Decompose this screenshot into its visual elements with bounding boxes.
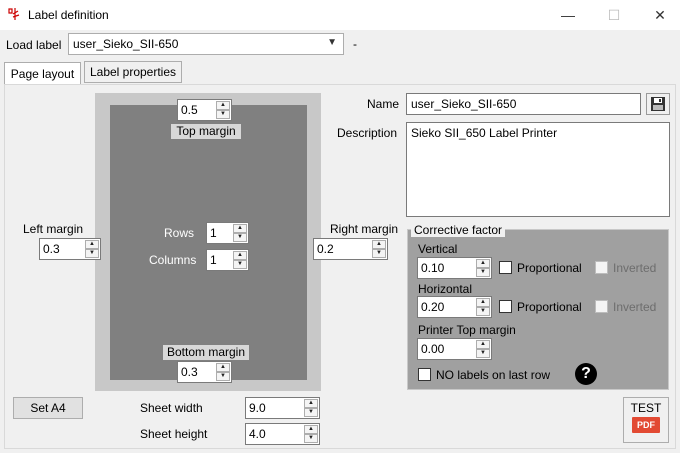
horizontal-value: 0.20 (421, 300, 445, 314)
spin-down-icon[interactable]: ▼ (216, 110, 230, 119)
printer-top-margin-spinner[interactable]: 0.00 ▲ ▼ (417, 338, 492, 360)
floppy-save-icon (651, 97, 665, 111)
tab-page-layout[interactable]: Page layout (4, 62, 81, 85)
top-margin-label: Top margin (171, 124, 241, 139)
spin-up-icon[interactable]: ▲ (372, 240, 386, 249)
left-margin-spinner[interactable]: 0.3 ▲ ▼ (39, 238, 101, 260)
spin-up-icon[interactable]: ▲ (304, 399, 318, 408)
spin-down-icon[interactable]: ▼ (372, 249, 386, 258)
no-labels-last-row-label: NO labels on last row (436, 368, 551, 382)
description-value: Sieko SII_650 Label Printer (411, 126, 558, 140)
spin-up-icon[interactable]: ▲ (216, 363, 230, 372)
spin-up-icon[interactable]: ▲ (233, 251, 247, 260)
help-icon[interactable]: ? (575, 363, 597, 385)
spin-down-icon[interactable]: ▼ (233, 260, 247, 269)
vertical-inverted-checkbox[interactable] (595, 261, 608, 274)
name-label: Name (367, 97, 400, 111)
chevron-down-icon: ▼ (327, 37, 337, 48)
rows-spinner[interactable]: 1 ▲ ▼ (206, 222, 249, 244)
spin-down-icon[interactable]: ▼ (85, 249, 99, 258)
app-icon (8, 8, 20, 20)
bottom-margin-spinner[interactable]: 0.3 ▲ ▼ (177, 361, 232, 383)
sheet-width-value: 9.0 (249, 401, 266, 415)
spin-up-icon[interactable]: ▲ (85, 240, 99, 249)
sheet-width-label: Sheet width (140, 401, 203, 415)
sheet-height-spinner[interactable]: 4.0 ▲ ▼ (245, 423, 320, 445)
printer-top-margin-label: Printer Top margin (418, 323, 516, 337)
columns-value: 1 (210, 253, 217, 267)
spin-up-icon[interactable]: ▲ (216, 101, 230, 110)
rows-value: 1 (210, 226, 217, 240)
load-label-selected: user_Sieko_SII-650 (73, 37, 179, 51)
minimize-button[interactable]: — (545, 0, 591, 30)
name-field[interactable]: user_Sieko_SII-650 (406, 93, 641, 115)
vertical-spinner[interactable]: 0.10 ▲ ▼ (417, 257, 492, 279)
spin-up-icon[interactable]: ▲ (476, 259, 490, 268)
sheet-height-label: Sheet height (140, 427, 208, 441)
spin-down-icon[interactable]: ▼ (476, 349, 490, 358)
description-field[interactable]: Sieko SII_650 Label Printer (406, 122, 670, 217)
horizontal-proportional-checkbox[interactable] (499, 300, 512, 313)
corrective-factor-title: Corrective factor (411, 223, 506, 237)
right-margin-value: 0.2 (317, 242, 334, 256)
spin-down-icon[interactable]: ▼ (304, 408, 318, 417)
spin-up-icon[interactable]: ▲ (233, 224, 247, 233)
horizontal-inverted-label: Inverted (613, 300, 657, 314)
load-label-caption: Load label (6, 38, 62, 52)
save-button[interactable] (646, 93, 670, 115)
spin-down-icon[interactable]: ▼ (233, 233, 247, 242)
horizontal-label: Horizontal (418, 282, 473, 296)
vertical-proportional-label: Proportional (517, 261, 582, 275)
load-dash: - (353, 37, 357, 51)
sheet-height-value: 4.0 (249, 427, 266, 441)
tab-label-properties[interactable]: Label properties (84, 61, 182, 83)
name-value: user_Sieko_SII-650 (411, 97, 517, 111)
spin-up-icon[interactable]: ▲ (476, 298, 490, 307)
spin-up-icon[interactable]: ▲ (476, 340, 490, 349)
description-label: Description (337, 126, 398, 140)
load-label-combo[interactable]: user_Sieko_SII-650 ▼ (68, 33, 344, 55)
no-labels-last-row-checkbox[interactable] (418, 368, 431, 381)
sheet-width-spinner[interactable]: 9.0 ▲ ▼ (245, 397, 320, 419)
vertical-label: Vertical (418, 242, 458, 256)
right-margin-spinner[interactable]: 0.2 ▲ ▼ (313, 238, 388, 260)
maximize-button[interactable]: ☐ (591, 0, 637, 30)
window-title: Label definition (28, 8, 109, 22)
test-label: TEST (630, 401, 662, 415)
set-a4-button[interactable]: Set A4 (13, 397, 83, 419)
horizontal-proportional-label: Proportional (517, 300, 582, 314)
bottom-margin-label: Bottom margin (163, 345, 249, 360)
close-button[interactable]: ✕ (637, 0, 680, 30)
spin-up-icon[interactable]: ▲ (304, 425, 318, 434)
left-margin-label: Left margin (23, 222, 84, 236)
columns-spinner[interactable]: 1 ▲ ▼ (206, 249, 249, 271)
horizontal-spinner[interactable]: 0.20 ▲ ▼ (417, 296, 492, 318)
columns-label: Columns (149, 253, 197, 267)
spin-down-icon[interactable]: ▼ (304, 434, 318, 443)
top-margin-value: 0.5 (181, 103, 198, 117)
vertical-inverted-label: Inverted (613, 261, 657, 275)
spin-down-icon[interactable]: ▼ (216, 372, 230, 381)
horizontal-inverted-checkbox[interactable] (595, 300, 608, 313)
vertical-proportional-checkbox[interactable] (499, 261, 512, 274)
left-margin-value: 0.3 (43, 242, 60, 256)
rows-label: Rows (164, 226, 195, 240)
right-margin-label: Right margin (330, 222, 399, 236)
bottom-margin-value: 0.3 (181, 365, 198, 379)
spin-down-icon[interactable]: ▼ (476, 307, 490, 316)
pdf-icon: PDF (632, 417, 660, 433)
vertical-value: 0.10 (421, 261, 445, 275)
top-margin-spinner[interactable]: 0.5 ▲ ▼ (177, 99, 232, 121)
printer-top-margin-value: 0.00 (421, 342, 445, 356)
spin-down-icon[interactable]: ▼ (476, 268, 490, 277)
test-pdf-button[interactable]: TEST PDF (623, 397, 669, 443)
title-bar: Label definition — ☐ ✕ (0, 0, 680, 30)
